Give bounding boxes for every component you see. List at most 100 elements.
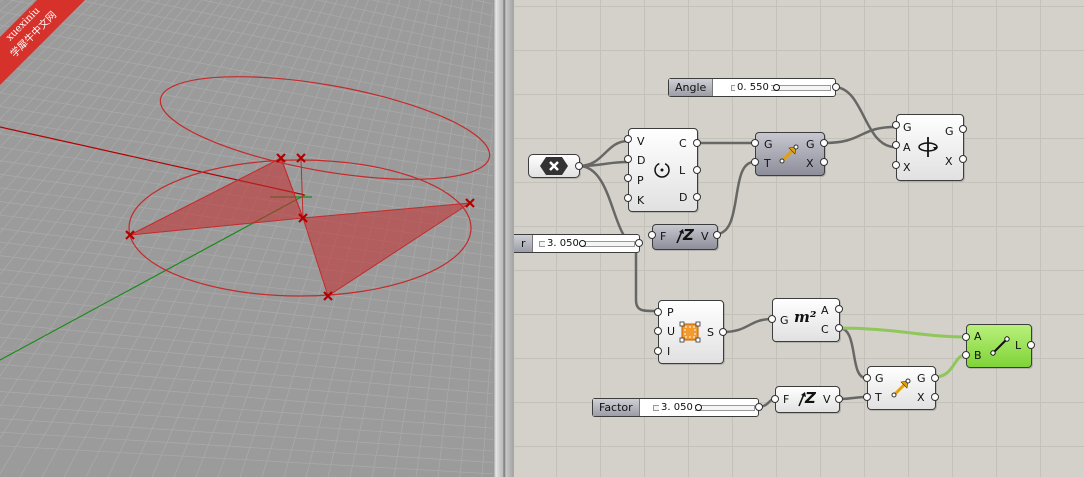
factor-bottom-output[interactable] [755,403,763,411]
polygon-port-p[interactable] [624,174,632,182]
right-triangle-surface [302,202,471,297]
polygon-port-d[interactable] [624,155,632,163]
line-component[interactable]: A B L [966,324,1032,368]
unit-z-top-input-f: F [660,230,667,243]
move-top-input-t: T [764,157,771,170]
factor-slider-top[interactable]: r 3. 050 [514,234,640,253]
line-input-a: A [974,330,982,343]
left-triangle-surface [129,157,304,236]
move-bottom-output-x: X [917,391,925,404]
split-divider[interactable] [493,0,514,477]
rotate-port-g-out[interactable] [959,125,967,133]
move-bottom-port-x-out[interactable] [931,393,939,401]
surface-input-i: I [667,345,671,358]
area-output-a: A [821,304,829,317]
move-top-port-t[interactable] [751,158,759,166]
rotate-output-x: X [945,155,953,168]
factor-bottom-knob[interactable] [695,404,702,411]
surface-input-p: P [667,306,674,319]
rotate-port-x-out[interactable] [959,155,967,163]
unit-z-component-bottom[interactable]: F Z V [775,386,840,413]
line-port-a[interactable] [962,333,970,341]
polygon-port-d-out[interactable] [693,193,701,201]
factor-slider-bottom[interactable]: Factor 3. 050 [592,398,759,417]
polygon-port-v[interactable] [624,135,632,143]
area-glyph: m² [794,308,817,326]
area-component[interactable]: G m² A C [772,298,840,342]
polygon-output-c: C [679,137,687,150]
move-bottom-port-t[interactable] [863,393,871,401]
polygon-curve-icon [654,162,670,178]
rhino-viewport[interactable]: xuexiniu 学犀牛中文网 [0,0,493,477]
move-top-input-g: G [764,138,773,151]
move-top-port-x-out[interactable] [820,158,828,166]
polygon-port-c-out[interactable] [693,139,701,147]
area-input-g: G [780,314,789,327]
polygon-port-k[interactable] [624,194,632,202]
hexagon-x-icon [540,157,568,175]
surface-port-i[interactable] [654,347,662,355]
rotate-port-x[interactable] [892,161,900,169]
unit-z-top-port-f[interactable] [648,231,656,239]
factor-top-label: r [514,235,533,252]
surface-port-p[interactable] [654,308,662,316]
area-port-g[interactable] [768,315,776,323]
rotate-component[interactable]: G A X G X [896,114,964,181]
angle-slider-output[interactable] [832,83,840,91]
rotate-input-x: X [903,161,911,174]
move-bottom-output-g: G [917,372,926,385]
polygon-input-v: V [637,135,645,148]
move-top-port-g-out[interactable] [820,139,828,147]
move-component-top[interactable]: G T G X [755,132,825,176]
move-top-output-x: X [806,157,814,170]
move-arrow-icon [779,144,799,164]
factor-bottom-value: 3. 050 [659,399,695,416]
point-param-component[interactable] [528,154,580,178]
grasshopper-canvas[interactable]: Angle 0. 550 r 3. 050 Factor 3. 050 V D … [514,0,1084,477]
area-port-c-out[interactable] [835,324,843,332]
move-top-port-g[interactable] [751,139,759,147]
polygon-input-d: D [637,154,646,167]
rotate-input-g: G [903,121,912,134]
rotate-input-a: A [903,141,911,154]
line-input-b: B [974,349,982,362]
angle-slider-knob[interactable] [773,84,780,91]
factor-bottom-label: Factor [593,399,640,416]
surface-input-u: U [667,325,676,338]
polygon-output-l: L [679,164,686,177]
surface-port-u[interactable] [654,327,662,335]
angle-slider[interactable]: Angle 0. 550 [668,78,836,97]
polygon-port-l-out[interactable] [693,166,701,174]
rotate-port-a[interactable] [892,141,900,149]
line-port-l-out[interactable] [1027,341,1035,349]
polygon-component[interactable]: V D P K C L D [628,128,698,212]
boundary-surface-component[interactable]: P U I S [658,300,724,364]
unit-z-component-top[interactable]: F Z V [652,224,718,250]
rotate-port-g[interactable] [892,121,900,129]
surface-port-s-out[interactable] [719,328,727,336]
polygon-output-d: D [679,191,688,204]
unit-z-bottom-input-f: F [783,393,790,406]
factor-top-value: 3. 050 [545,235,581,252]
unit-z-bottom-port-f[interactable] [771,395,779,403]
point-param-output[interactable] [575,162,583,170]
area-output-c: C [821,323,829,336]
unit-z-bottom-glyph: Z [805,389,816,407]
line-output-l: L [1015,339,1022,352]
polygon-input-k: K [637,194,645,207]
unit-z-bottom-port-v-out[interactable] [835,395,843,403]
factor-top-output[interactable] [635,239,643,247]
unit-z-top-port-v-out[interactable] [713,231,721,239]
line-port-b[interactable] [962,351,970,359]
unit-vector-icon [676,229,684,244]
move-bottom-input-g: G [875,372,884,385]
move-component-bottom[interactable]: G T G X [867,366,936,410]
move-bottom-port-g[interactable] [863,374,871,382]
area-port-a-out[interactable] [835,305,843,313]
angle-slider-value: 0. 550 [735,79,771,96]
move-bottom-port-g-out[interactable] [931,374,939,382]
factor-top-knob[interactable] [579,240,586,247]
move-bottom-input-t: T [875,391,882,404]
unit-z-top-output-v: V [701,230,709,243]
surface-output-s: S [707,326,714,339]
